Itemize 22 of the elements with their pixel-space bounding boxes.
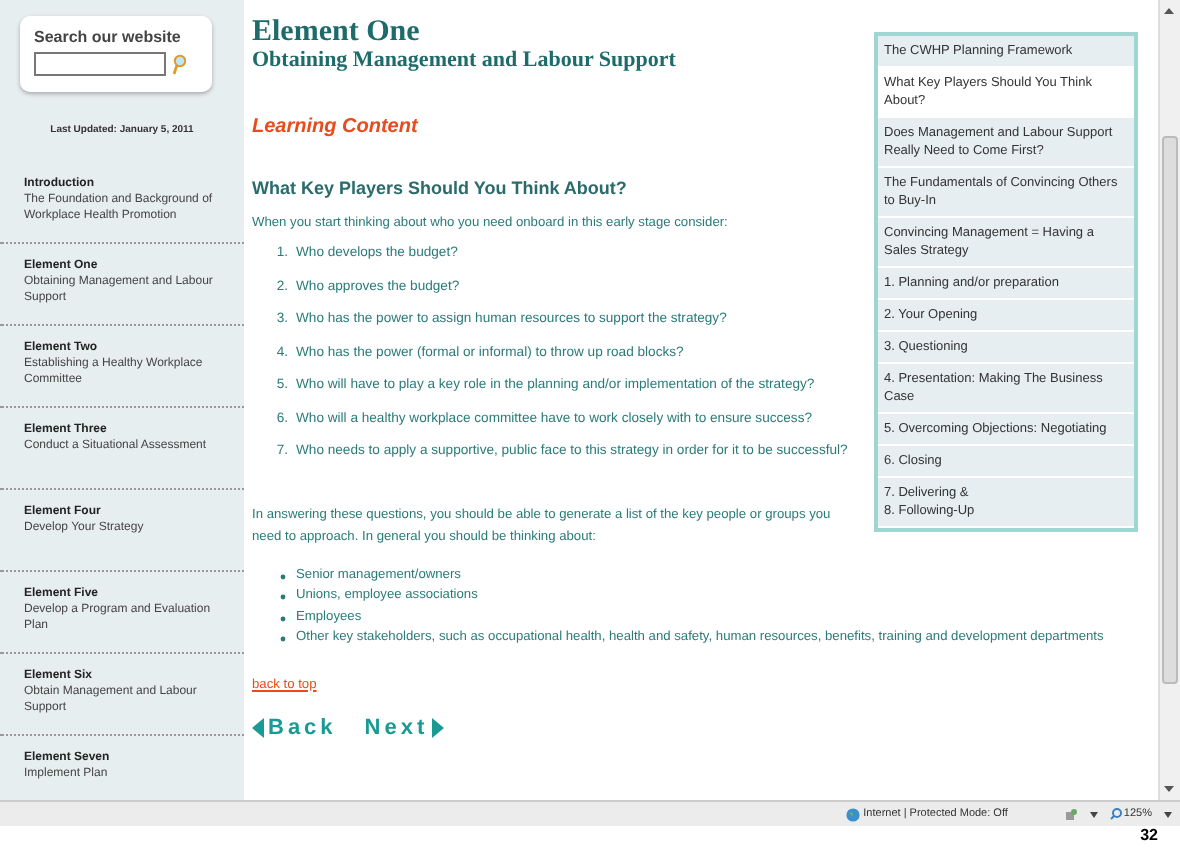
search-icon[interactable] bbox=[172, 53, 186, 75]
section-label: Learning Content bbox=[252, 116, 420, 138]
scroll-down-icon[interactable] bbox=[1164, 786, 1174, 792]
scroll-up-icon[interactable] bbox=[1164, 8, 1174, 14]
search-title: Search our website bbox=[34, 28, 183, 46]
scrollbar[interactable] bbox=[1158, 0, 1180, 800]
caret-icon[interactable] bbox=[1089, 811, 1098, 817]
triangle-left-icon bbox=[252, 717, 264, 737]
page-title: Element One bbox=[252, 16, 422, 48]
triangle-right-icon bbox=[432, 717, 445, 737]
bullet-icon bbox=[280, 573, 286, 579]
zoom-icon[interactable] bbox=[1109, 808, 1122, 820]
bullet-icon bbox=[280, 615, 286, 621]
caret-icon[interactable] bbox=[1164, 811, 1172, 817]
bullet-icon bbox=[280, 636, 286, 642]
section-heading: What Key Players Should You Think About? bbox=[252, 178, 629, 198]
page-number: 32 bbox=[1140, 826, 1158, 844]
globe-icon bbox=[845, 807, 860, 821]
scroll-thumb[interactable] bbox=[1162, 136, 1178, 684]
page-subtitle: Obtaining Management and Labour Support bbox=[252, 48, 678, 72]
bullet-icon bbox=[280, 594, 286, 600]
search-field[interactable] bbox=[34, 52, 166, 76]
